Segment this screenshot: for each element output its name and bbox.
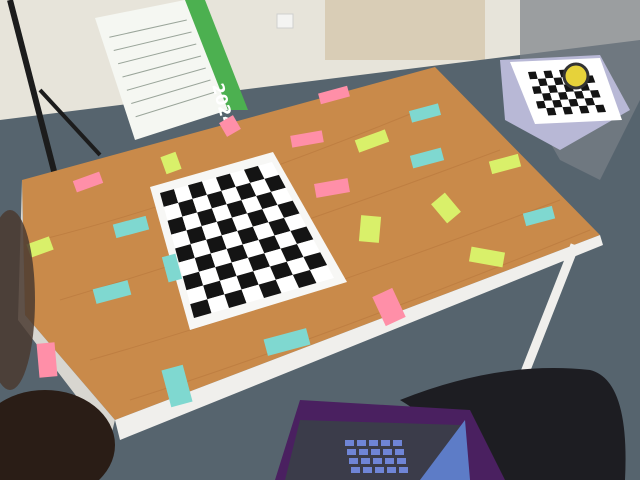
- laptop-key: [351, 467, 360, 473]
- laptop-key: [373, 458, 382, 464]
- power-outlet: [276, 13, 294, 29]
- laptop-key: [387, 467, 396, 473]
- laptop-key: [397, 458, 406, 464]
- laptop-key: [375, 467, 384, 473]
- laptop-key: [381, 440, 390, 446]
- laptop-key: [369, 440, 378, 446]
- sticky-note: [36, 342, 58, 378]
- laptop-key: [359, 449, 368, 455]
- sticky-note: [358, 215, 382, 243]
- photo-scene: 2024: [0, 0, 640, 480]
- laptop-key: [349, 458, 358, 464]
- laptop-key: [385, 458, 394, 464]
- laptop-key: [383, 449, 392, 455]
- laptop: [275, 400, 505, 480]
- laptop-key: [399, 467, 408, 473]
- laptop-key: [371, 449, 380, 455]
- scene-svg: 2024: [0, 0, 640, 480]
- tape-roll: [562, 62, 590, 90]
- laptop-key: [347, 449, 356, 455]
- laptop-key: [363, 467, 372, 473]
- laptop-key: [395, 449, 404, 455]
- laptop-key: [393, 440, 402, 446]
- laptop-key: [357, 440, 366, 446]
- laptop-key: [345, 440, 354, 446]
- wall-panel: [325, 0, 485, 60]
- laptop-key: [361, 458, 370, 464]
